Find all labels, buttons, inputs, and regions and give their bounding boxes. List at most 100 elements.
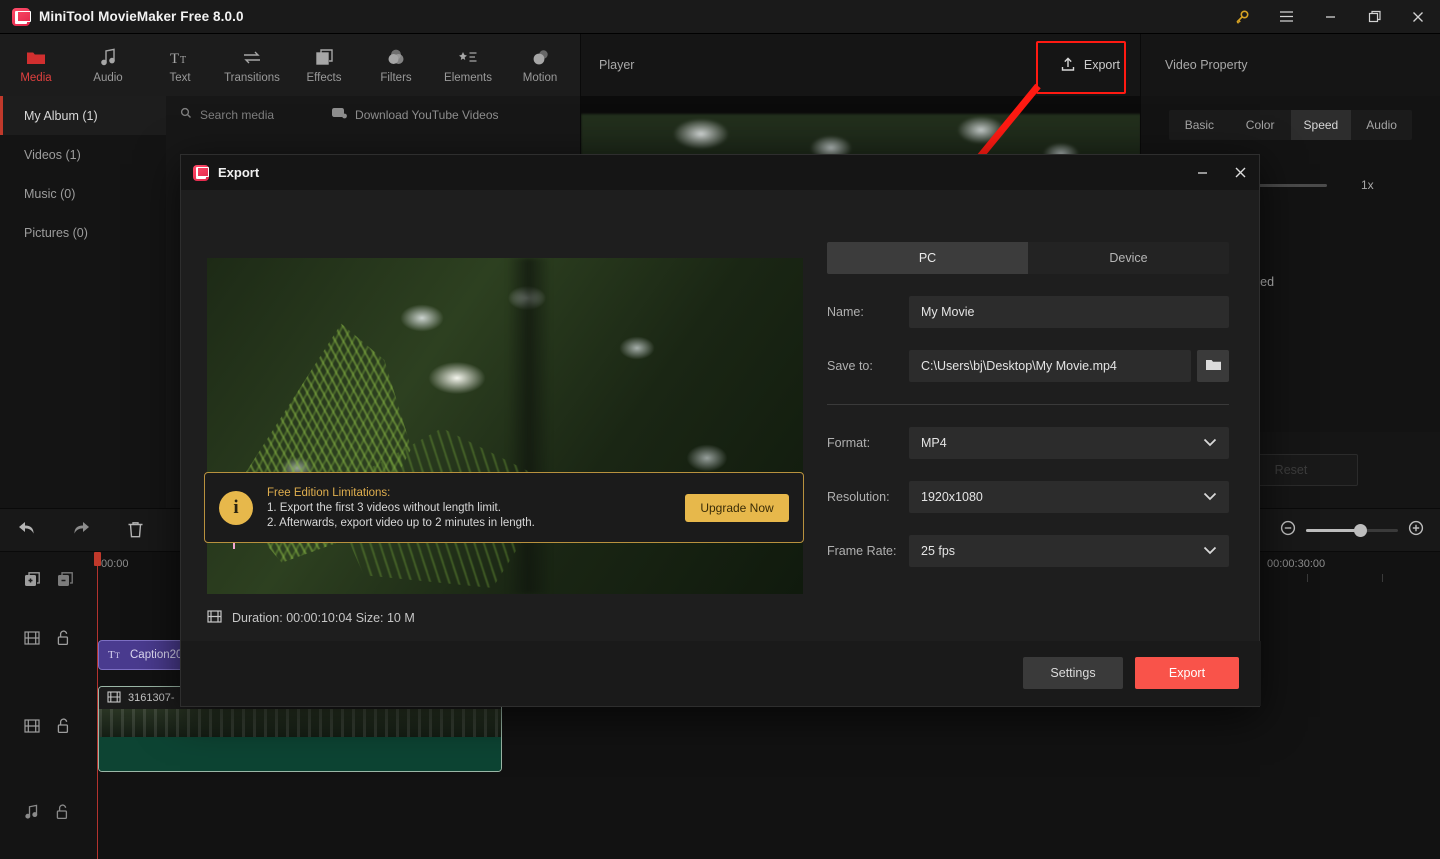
menu-icon[interactable]: [1264, 0, 1308, 34]
ribbon-item-transitions[interactable]: Transitions: [216, 34, 288, 96]
timeline-zoom-group: [1242, 520, 1424, 541]
player-label: Player: [599, 58, 635, 72]
sidebar-item-pictures[interactable]: Pictures (0): [0, 213, 166, 252]
track-add-remove-row: [0, 552, 97, 612]
tab-label: Color: [1245, 118, 1275, 132]
name-input[interactable]: My Movie: [909, 296, 1229, 328]
export-button[interactable]: Export: [1135, 657, 1239, 689]
ribbon-item-media[interactable]: Media: [0, 34, 72, 96]
motion-icon: [531, 46, 550, 66]
video-clip-name: 3161307-: [128, 692, 175, 704]
add-track-icon[interactable]: [24, 571, 41, 593]
lock-open-icon[interactable]: [55, 803, 69, 825]
film-strip-icon[interactable]: [24, 630, 40, 650]
dialog-window-controls: [1183, 155, 1259, 190]
framerate-select[interactable]: 25 fps: [909, 535, 1229, 567]
search-placeholder: Search media: [200, 107, 275, 122]
ribbon-item-motion[interactable]: Motion: [504, 34, 576, 96]
ribbon-label: Audio: [93, 72, 123, 84]
ribbon-item-elements[interactable]: Elements: [432, 34, 504, 96]
upload-icon: [1060, 56, 1076, 75]
notice-line-1: 1. Export the first 3 videos without len…: [267, 501, 501, 514]
ribbon-toolbar: Media Audio T T Text Transitions Effects…: [0, 34, 580, 96]
tab-audio[interactable]: Audio: [1351, 110, 1412, 140]
tab-speed[interactable]: Speed: [1290, 110, 1352, 140]
lock-open-icon[interactable]: [56, 629, 70, 651]
timeline-zoom-slider[interactable]: [1306, 523, 1398, 537]
page-title: Video Property: [1165, 58, 1248, 72]
export-form: PC Device Name: My Movie Save to: C:\Use: [827, 242, 1229, 567]
saveto-input[interactable]: C:\Users\bj\Desktop\My Movie.mp4: [909, 350, 1229, 382]
resolution-value: 1920x1080: [921, 490, 983, 504]
settings-button[interactable]: Settings: [1023, 657, 1123, 689]
framerate-row: Frame Rate: 25 fps: [827, 535, 1229, 567]
download-youtube-button[interactable]: Download YouTube Videos: [332, 107, 499, 122]
ribbon-item-text[interactable]: T T Text: [144, 34, 216, 96]
maximize-icon[interactable]: [1352, 0, 1396, 34]
delete-icon[interactable]: [108, 508, 162, 552]
lock-open-icon[interactable]: [56, 717, 70, 739]
ruler-label-start: 00:00: [101, 558, 129, 570]
export-top-label: Export: [1083, 58, 1120, 72]
sidebar-item-videos[interactable]: Videos (1): [0, 135, 166, 174]
elements-icon: [458, 46, 478, 66]
svg-text:T: T: [180, 55, 186, 66]
zoom-out-icon[interactable]: [1280, 520, 1296, 541]
dialog-body: Duration: 00:00:10:04 Size: 10 M PC Devi…: [181, 190, 1259, 643]
dialog-minimize-icon[interactable]: [1183, 155, 1221, 190]
minimize-icon[interactable]: [1308, 0, 1352, 34]
ribbon-item-audio[interactable]: Audio: [72, 34, 144, 96]
close-icon[interactable]: [1396, 0, 1440, 34]
upgrade-now-button[interactable]: Upgrade Now: [685, 493, 789, 522]
ribbon-item-filters[interactable]: Filters: [360, 34, 432, 96]
undo-icon[interactable]: [0, 508, 54, 552]
export-dialog: Export Duration: 00:00:10:04 Size: 10 M …: [180, 154, 1261, 707]
media-toolbar: Search media Download YouTube Videos: [166, 96, 580, 133]
browse-folder-button[interactable]: [1197, 350, 1229, 382]
zoom-slider-knob[interactable]: [1354, 523, 1367, 537]
tab-label: PC: [918, 251, 937, 265]
ribbon-label: Filters: [380, 72, 412, 84]
track-header-video: [0, 700, 97, 756]
export-label: Export: [1168, 666, 1206, 680]
tab-basic[interactable]: Basic: [1169, 110, 1230, 140]
speed-value: 1x: [1361, 178, 1374, 192]
film-strip-icon: [207, 610, 222, 626]
chevron-down-icon: [1203, 490, 1217, 504]
tab-pc[interactable]: PC: [827, 242, 1028, 274]
playhead[interactable]: [97, 552, 98, 859]
remove-track-icon[interactable]: [57, 571, 74, 593]
export-top-button[interactable]: Export: [1060, 56, 1120, 75]
film-strip-icon[interactable]: [24, 718, 40, 738]
sidebar-item-my-album[interactable]: My Album (1): [0, 96, 166, 135]
chevron-down-icon: [1203, 544, 1217, 558]
ribbon-item-effects[interactable]: Effects: [288, 34, 360, 96]
key-icon[interactable]: [1220, 0, 1264, 34]
search-input[interactable]: Search media: [180, 107, 274, 122]
ribbon-label: Media: [20, 72, 52, 84]
format-select[interactable]: MP4: [909, 427, 1229, 459]
music-note-icon[interactable]: [24, 804, 39, 824]
youtube-download-icon: [332, 107, 347, 122]
zoom-in-icon[interactable]: [1408, 520, 1424, 541]
format-row: Format: MP4: [827, 427, 1229, 459]
notice-text: Free Edition Limitations: 1. Export the …: [267, 487, 535, 529]
dialog-action-buttons: Settings Export: [1023, 657, 1239, 689]
sidebar-item-music[interactable]: Music (0): [0, 174, 166, 213]
dialog-close-icon[interactable]: [1221, 155, 1259, 190]
property-header: Video Property: [1140, 34, 1440, 96]
playhead-handle[interactable]: [94, 552, 101, 566]
info-icon: i: [219, 490, 253, 525]
album-label: Pictures (0): [24, 225, 88, 240]
resolution-select[interactable]: 1920x1080: [909, 481, 1229, 513]
tab-color[interactable]: Color: [1230, 110, 1291, 140]
form-divider: [827, 404, 1229, 405]
app-title: MiniTool MovieMaker Free 8.0.0: [39, 9, 244, 24]
saveto-label: Save to:: [827, 359, 873, 373]
folder-icon: [1205, 358, 1222, 375]
tab-label: Basic: [1184, 118, 1215, 132]
settings-label: Settings: [1050, 666, 1096, 680]
redo-icon[interactable]: [54, 508, 108, 552]
ribbon-label: Motion: [522, 72, 558, 84]
tab-device[interactable]: Device: [1028, 242, 1229, 274]
